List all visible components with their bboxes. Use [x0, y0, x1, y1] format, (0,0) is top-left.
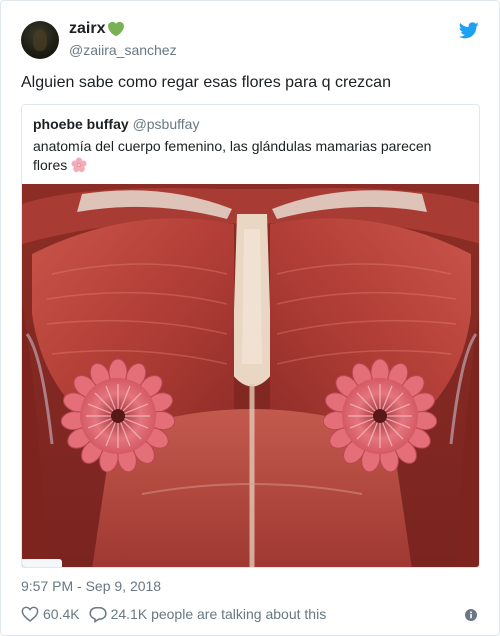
- quoted-display-name: phoebe buffay: [33, 116, 129, 132]
- info-icon[interactable]: [465, 609, 477, 621]
- author-name-row[interactable]: zairx: [69, 20, 125, 38]
- tweet-header: zairx @zaiira_sanchez: [21, 18, 481, 64]
- media-badge: [22, 559, 62, 567]
- author-display-name[interactable]: zairx: [69, 20, 105, 38]
- heart-outline-icon: [21, 606, 39, 622]
- quoted-text-line1: anatomía del cuerpo femenino, las glándu…: [33, 138, 432, 154]
- cherry-blossom-icon: [71, 157, 87, 173]
- conversation-text: 24.1K people are talking about this: [110, 606, 327, 622]
- like-action[interactable]: 60.4K: [21, 606, 80, 622]
- conversation-action[interactable]: 24.1K people are talking about this: [88, 606, 327, 623]
- quoted-author: phoebe buffay @psbuffay: [33, 116, 199, 132]
- quoted-handle: @psbuffay: [132, 116, 200, 132]
- green-heart-icon: [108, 21, 125, 37]
- reply-bubble-icon: [88, 606, 107, 623]
- anatomy-illustration: [22, 184, 479, 567]
- tweet-timestamp[interactable]: 9:57 PM - Sep 9, 2018: [21, 578, 161, 594]
- embedded-tweet: zairx @zaiira_sanchez Alguien sabe como …: [0, 0, 500, 636]
- like-count: 60.4K: [43, 606, 80, 622]
- quoted-media-image[interactable]: [22, 184, 479, 567]
- avatar[interactable]: [21, 21, 59, 59]
- author-handle[interactable]: @zaiira_sanchez: [69, 42, 177, 58]
- quoted-text: anatomía del cuerpo femenino, las glándu…: [33, 137, 463, 175]
- tweet-actions: 60.4K 24.1K people are talking about thi…: [21, 604, 335, 624]
- quoted-tweet[interactable]: phoebe buffay @psbuffay anatomía del cue…: [21, 104, 480, 568]
- twitter-bird-icon[interactable]: [459, 22, 479, 39]
- tweet-text: Alguien sabe como regar esas flores para…: [21, 74, 391, 91]
- quoted-text-line2: flores: [33, 157, 68, 173]
